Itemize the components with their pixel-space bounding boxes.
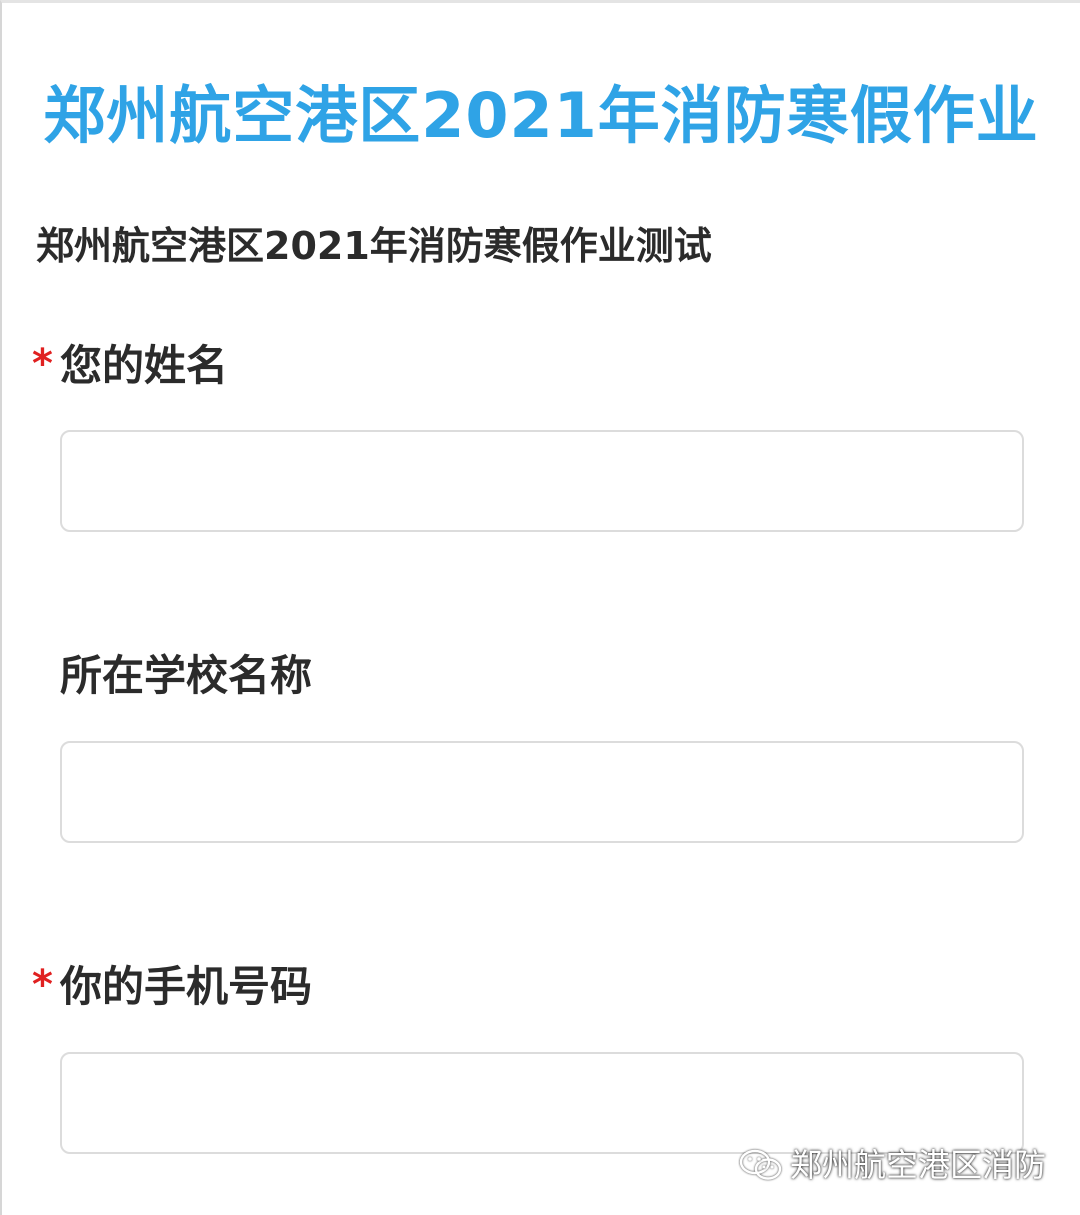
question-label-text: 您的姓名 (60, 341, 229, 390)
form-description: 郑州航空港区2021年消防寒假作业测试 (36, 224, 712, 268)
required-mark: * (32, 962, 53, 1008)
question-label-phone: * 你的手机号码 (32, 957, 313, 1017)
watermark-text: 郑州航空港区消防 (789, 1146, 1046, 1184)
form-page: 郑州航空港区2021年消防寒假作业 郑州航空港区2021年消防寒假作业测试 * … (0, 0, 1080, 1215)
wechat-watermark: 郑州航空港区消防 (738, 1145, 1046, 1185)
required-mark: * (32, 341, 53, 387)
question-label-school: 所在学校名称 (60, 646, 312, 706)
question-label-name: * 您的姓名 (32, 336, 229, 396)
school-name-input[interactable] (60, 741, 1024, 843)
phone-number-input[interactable] (60, 1052, 1024, 1154)
form-title: 郑州航空港区2021年消防寒假作业 (43, 79, 1039, 152)
wechat-icon (739, 1149, 782, 1180)
question-label-text: 你的手机号码 (60, 962, 313, 1011)
name-input[interactable] (60, 430, 1024, 532)
question-label-text: 所在学校名称 (60, 651, 313, 700)
